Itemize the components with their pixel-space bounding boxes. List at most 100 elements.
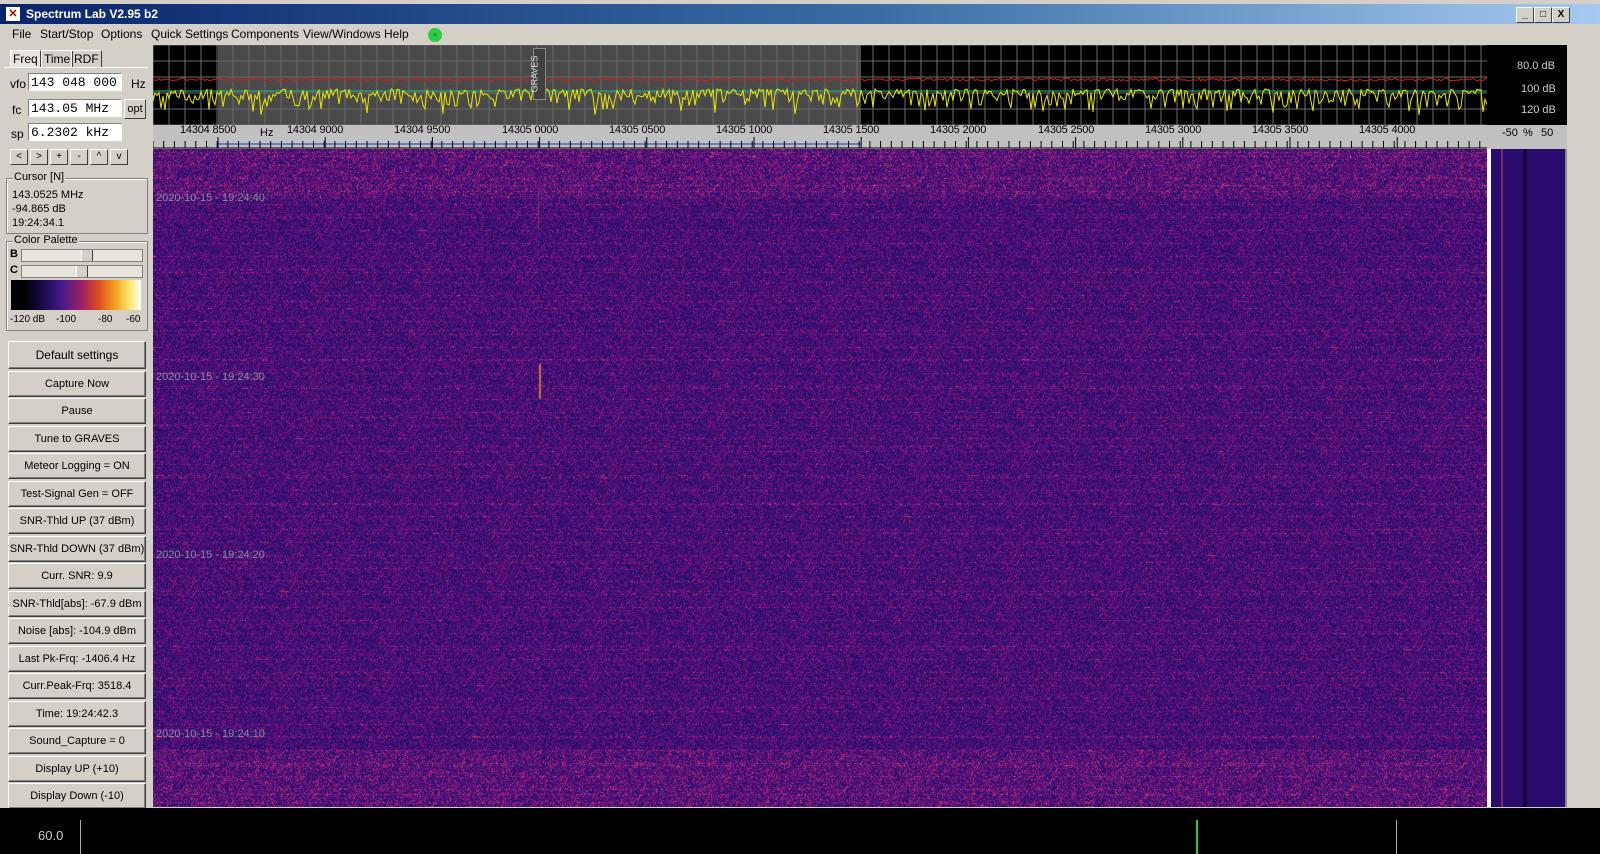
frequency-scale[interactable]: Hz -50 % 50 14304 8500 14304 9000 14304 95…: [153, 124, 1567, 149]
bottom-marker: [1196, 820, 1198, 854]
window-title: Spectrum Lab V2.95 b2: [26, 7, 159, 21]
menu-components[interactable]: Components: [231, 27, 299, 41]
waterfall-timestamp: 2020-10-15 - 19:24:20: [156, 549, 265, 561]
meteor-logging-button[interactable]: Meteor Logging = ON: [8, 453, 146, 479]
display-down-button[interactable]: Display Down (-10): [8, 783, 146, 809]
last-pk-frq-button[interactable]: Last Pk-Frq: -1406.4 Hz: [8, 646, 146, 672]
sp-label: sp: [11, 127, 24, 141]
brightness-thumb[interactable]: [81, 250, 94, 261]
waterfall-timestamp: 2020-10-15 - 19:24:30: [156, 371, 265, 383]
display-up-button[interactable]: Display UP (+10): [8, 756, 146, 782]
test-signal-button[interactable]: Test-Signal Gen = OFF: [8, 481, 146, 507]
title-bar: ✕ Spectrum Lab V2.95 b2 _ □ X: [0, 4, 1600, 24]
strip-divider: [1523, 149, 1527, 807]
time-button[interactable]: Time: 19:24:42.3: [8, 701, 146, 727]
capture-now-button[interactable]: Capture Now: [8, 371, 146, 397]
palette-tick: -100: [56, 314, 77, 325]
tab-time[interactable]: Time: [41, 50, 74, 68]
strip-trace: [1501, 149, 1503, 807]
menu-file[interactable]: File: [12, 27, 31, 41]
nav-minus-button[interactable]: -: [70, 149, 88, 165]
menu-quick-settings[interactable]: Quick Settings: [151, 27, 228, 41]
vfo-field[interactable]: 143 048 000: [28, 73, 122, 91]
db-label: 120 dB: [1521, 104, 1556, 116]
sound-capture-button[interactable]: Sound_Capture = 0: [8, 728, 146, 754]
cursor-time: 19:24:34.1: [12, 217, 64, 229]
brightness-label: B: [10, 248, 18, 260]
tab-freq[interactable]: Freq: [10, 50, 41, 68]
cursor-freq: 143.0525 MHz: [12, 189, 84, 201]
menu-view-windows[interactable]: View/Windows: [303, 27, 381, 41]
curr-snr-button[interactable]: Curr. SNR: 9.9: [8, 563, 146, 589]
pause-button[interactable]: Pause: [8, 398, 146, 424]
waterfall-timestamp: 2020-10-15 - 19:24:10: [156, 728, 265, 740]
spectrum-plot: [153, 45, 1487, 125]
close-button[interactable]: X: [1552, 7, 1570, 23]
tab-rdf[interactable]: RDF: [71, 50, 102, 68]
palette-gradient: [11, 280, 141, 310]
snr-thld-abs-button[interactable]: SNR-Thld[abs]: -67.9 dBm: [8, 591, 146, 617]
menu-help[interactable]: Help: [384, 27, 409, 41]
bottom-panel: 60.0: [0, 808, 1600, 854]
frequency-tick-label: 14305 2000: [930, 124, 987, 136]
maximize-button[interactable]: □: [1534, 7, 1552, 23]
fc-label: fc: [12, 103, 22, 117]
spectrum-display[interactable]: GRAVES: [153, 45, 1487, 125]
bottom-value: 60.0: [38, 828, 64, 843]
strip-border: [1487, 149, 1491, 807]
status-led-icon[interactable]: ●: [428, 28, 442, 42]
vfo-unit: Hz: [131, 77, 146, 91]
minimize-button[interactable]: _: [1516, 7, 1534, 23]
palette-tick: -80: [98, 314, 113, 325]
bottom-axis-line: [1396, 820, 1397, 854]
app-icon: ✕: [6, 7, 20, 21]
fc-field[interactable]: 143.05 MHz: [28, 99, 122, 117]
menu-options[interactable]: Options: [101, 27, 142, 41]
snr-thld-up-button[interactable]: SNR-Thld UP (37 dBm): [8, 508, 146, 534]
contrast-slider[interactable]: [21, 265, 143, 278]
noise-abs-button[interactable]: Noise [abs]: -104.9 dBm: [8, 618, 146, 644]
contrast-thumb[interactable]: [76, 266, 88, 277]
cursor-title: Cursor [N]: [13, 171, 66, 183]
cursor-group: Cursor [N] 143.0525 MHz -94.865 dB 19:24…: [6, 171, 148, 234]
nav-down-button[interactable]: v: [110, 149, 128, 165]
waterfall-canvas[interactable]: [153, 149, 1487, 807]
bottom-axis-line: [80, 820, 81, 854]
frequency-tick-label: 14305 1500: [823, 124, 880, 136]
frequency-tick-label: 14305 3500: [1252, 124, 1309, 136]
palette-tick: -120 dB: [10, 314, 46, 325]
db-scale: 80.0 dB 100 dB 120 dB: [1487, 45, 1567, 125]
sp-field[interactable]: 6.2302 kHz: [28, 123, 122, 141]
curr-peak-frq-button[interactable]: Curr.Peak-Frq: 3518.4: [8, 673, 146, 699]
frequency-tick-label: 14305 0000: [502, 124, 559, 136]
frequency-tick-label: 14305 4000: [1359, 124, 1416, 136]
db-label: 80.0 dB: [1517, 60, 1555, 72]
frequency-tick-label: 14305 0500: [609, 124, 666, 136]
level-strip: [1487, 149, 1567, 807]
graves-marker: GRAVES: [529, 48, 546, 100]
nav-left-button[interactable]: <: [10, 149, 28, 165]
nav-plus-button[interactable]: +: [50, 149, 68, 165]
default-settings-button[interactable]: Default settings: [8, 341, 146, 369]
frequency-tick-label: 14305 2500: [1038, 124, 1095, 136]
opt-button[interactable]: opt: [124, 99, 146, 119]
snr-thld-down-button[interactable]: SNR-Thld DOWN (37 dBm): [8, 536, 146, 562]
menu-start-stop[interactable]: Start/Stop: [40, 27, 93, 41]
control-panel: Freq Time RDF vfo 143 048 000 Hz fc 143.…: [0, 45, 152, 826]
menu-bar: File Start/Stop Options Quick Settings C…: [0, 24, 1600, 44]
nav-right-button[interactable]: >: [30, 149, 48, 165]
frequency-tick-label: 14304 9500: [394, 124, 451, 136]
cursor-level: -94.865 dB: [12, 203, 66, 215]
hz-unit: Hz: [260, 127, 274, 139]
palette-tick: -60: [126, 314, 141, 325]
tune-graves-button[interactable]: Tune to GRAVES: [8, 426, 146, 452]
frequency-tick-label: 14305 1000: [716, 124, 773, 136]
main-window: ✕ Spectrum Lab V2.95 b2 _ □ X File Start…: [0, 0, 1600, 826]
brightness-slider[interactable]: [21, 249, 143, 262]
nav-up-button[interactable]: ^: [90, 149, 108, 165]
percent-max: 50: [1541, 127, 1554, 139]
contrast-label: C: [10, 264, 18, 276]
waterfall-display[interactable]: [153, 149, 1487, 807]
frequency-tick-label: 14304 8500: [180, 124, 237, 136]
color-palette-group: Color Palette B C -120 dB -100 -80 -60: [6, 234, 148, 331]
